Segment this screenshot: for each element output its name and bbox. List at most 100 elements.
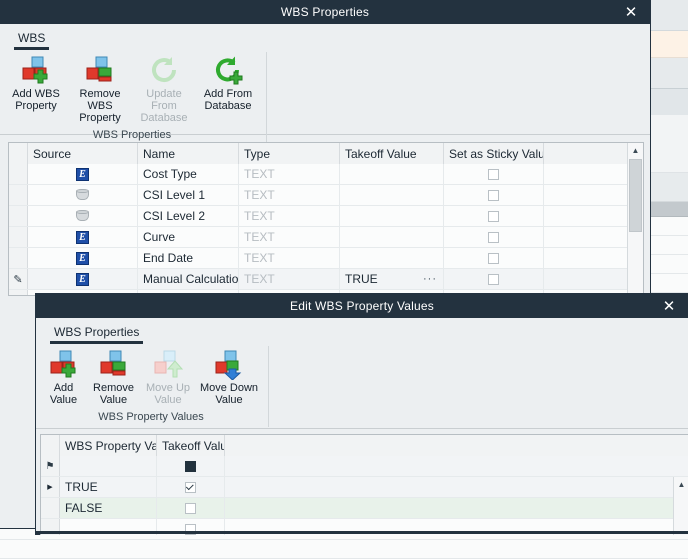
filter-icon[interactable]: ⚑ xyxy=(46,461,55,472)
takeoff-value-checkbox[interactable] xyxy=(185,503,196,514)
cell-set-as-sticky-value[interactable] xyxy=(444,248,544,268)
filter-filler xyxy=(225,456,688,476)
table-row[interactable]: E Cost TypeTEXT xyxy=(9,164,628,185)
cell-source[interactable]: E xyxy=(28,164,138,184)
edit-values-ribbon: WBS Properties Add Value xyxy=(36,318,688,429)
table-row[interactable]: EEnd DateTEXT xyxy=(9,248,628,269)
table-row[interactable]: E CurveTEXT xyxy=(9,227,628,248)
column-header-takeoff-value[interactable]: Takeoff Value xyxy=(340,143,444,164)
ribbon-item-label: Property xyxy=(79,112,121,124)
filter-value-input[interactable] xyxy=(60,456,157,476)
tab-wbs[interactable]: WBS xyxy=(12,29,51,48)
sticky-value-checkbox[interactable] xyxy=(488,211,499,222)
sticky-value-checkbox[interactable] xyxy=(488,169,499,180)
ribbon-item-label: Add From xyxy=(204,88,252,100)
ribbon-item-label: Value xyxy=(50,394,77,406)
scrollbar-thumb[interactable] xyxy=(629,159,642,232)
cell-name[interactable]: End Date xyxy=(138,248,239,268)
sticky-value-checkbox[interactable] xyxy=(488,253,499,264)
column-header-type[interactable]: Type xyxy=(239,143,340,164)
move-up-value-button: Move Up Value xyxy=(140,346,196,408)
remove-value-button[interactable]: Remove Value xyxy=(87,346,140,408)
cell-takeoff-value[interactable]: TRUE··· xyxy=(340,269,444,289)
cell-set-as-sticky-value[interactable] xyxy=(444,185,544,205)
cell-name[interactable]: CSI Level 2 xyxy=(138,206,239,226)
vertical-scrollbar[interactable]: ▲ xyxy=(673,477,688,535)
close-icon[interactable]: ✕ xyxy=(612,0,650,24)
sticky-value-checkbox[interactable] xyxy=(488,232,499,243)
vertical-scrollbar[interactable]: ▲ xyxy=(627,143,643,295)
cell-filler xyxy=(544,269,628,289)
table-row[interactable]: CSI Level 1TEXT xyxy=(9,185,628,206)
filter-row[interactable]: ⚑ xyxy=(41,456,688,477)
table-row[interactable]: ▶TRUE xyxy=(41,477,688,498)
cell-takeoff-value[interactable] xyxy=(340,164,444,184)
cell-set-as-sticky-value[interactable] xyxy=(444,269,544,289)
cell-wbs-property-value[interactable]: FALSE xyxy=(60,498,157,518)
column-header-set-as-sticky-value[interactable]: Set as Sticky Value xyxy=(444,143,544,164)
filter-takeoff-value-cell[interactable] xyxy=(157,456,225,476)
excel-icon: E xyxy=(76,168,89,181)
cell-name[interactable]: CSI Level 1 xyxy=(138,185,239,205)
sticky-value-checkbox[interactable] xyxy=(488,274,499,285)
cell-type[interactable]: TEXT xyxy=(239,248,340,268)
scroll-up-button[interactable]: ▲ xyxy=(628,143,643,158)
cell-source[interactable]: E xyxy=(28,269,138,289)
ribbon-item-label: Add xyxy=(54,382,74,394)
column-header-name[interactable]: Name xyxy=(138,143,239,164)
cell-type[interactable]: TEXT xyxy=(239,206,340,226)
cell-takeoff-value[interactable] xyxy=(340,185,444,205)
cell-set-as-sticky-value[interactable] xyxy=(444,227,544,247)
cell-source[interactable]: E xyxy=(28,248,138,268)
ellipsis-button[interactable]: ··· xyxy=(423,273,437,285)
wbs-property-values-grid: WBS Property Value Takeoff Value ⚑ ▶TRUEF… xyxy=(40,434,688,535)
add-wbs-property-icon xyxy=(20,54,52,86)
cell-source[interactable] xyxy=(28,185,138,205)
sticky-value-checkbox[interactable] xyxy=(488,190,499,201)
ribbon-item-label: Database xyxy=(140,112,187,124)
cell-set-as-sticky-value[interactable] xyxy=(444,164,544,184)
cell-type[interactable]: TEXT xyxy=(239,269,340,289)
add-value-button[interactable]: Add Value xyxy=(40,346,87,408)
scroll-up-button[interactable]: ▲ xyxy=(674,477,688,492)
ribbon-group-label: WBS Property Values xyxy=(40,408,262,427)
cell-takeoff-value[interactable] xyxy=(157,498,225,518)
cell-takeoff-value[interactable] xyxy=(157,477,225,497)
add-from-database-icon xyxy=(212,54,244,86)
cell-takeoff-value[interactable] xyxy=(340,206,444,226)
column-header-wbs-property-value[interactable]: WBS Property Value xyxy=(60,435,157,456)
tab-wbs-properties[interactable]: WBS Properties xyxy=(48,323,145,342)
table-row[interactable]: CSI Level 2TEXT xyxy=(9,206,628,227)
column-header-source[interactable]: Source xyxy=(28,143,138,164)
column-header-filler xyxy=(225,435,688,456)
filter-row-indicator: ⚑ xyxy=(41,456,60,476)
cell-takeoff-value[interactable] xyxy=(340,227,444,247)
cell-name[interactable]: Curve xyxy=(138,227,239,247)
cell-takeoff-value[interactable] xyxy=(340,248,444,268)
add-wbs-property-button[interactable]: Add WBS Property xyxy=(4,52,68,114)
remove-wbs-property-button[interactable]: Remove WBS Property xyxy=(68,52,132,126)
cell-filler xyxy=(544,248,628,268)
edit-pencil-icon: ✎ xyxy=(13,273,22,286)
cell-filler xyxy=(225,498,688,518)
excel-icon: E xyxy=(76,231,89,244)
cell-source[interactable]: E xyxy=(28,227,138,247)
excel-icon: E xyxy=(76,273,89,286)
cell-wbs-property-value[interactable]: TRUE xyxy=(60,477,157,497)
filter-takeoff-checkbox[interactable] xyxy=(185,461,196,472)
cell-set-as-sticky-value[interactable] xyxy=(444,206,544,226)
table-row[interactable]: FALSE xyxy=(41,498,688,519)
close-icon[interactable]: ✕ xyxy=(650,294,688,318)
cell-type[interactable]: TEXT xyxy=(239,227,340,247)
table-row[interactable]: ✎ E Manual CalculationTEXTTRUE··· xyxy=(9,269,628,290)
takeoff-value-checkbox[interactable] xyxy=(185,482,196,493)
cell-source[interactable] xyxy=(28,206,138,226)
add-from-database-button[interactable]: Add From Database xyxy=(196,52,260,114)
column-header-takeoff-value[interactable]: Takeoff Value xyxy=(157,435,225,456)
cell-type[interactable]: TEXT xyxy=(239,185,340,205)
cell-name[interactable]: Manual Calculation xyxy=(138,269,239,289)
ribbon-item-label: Remove xyxy=(93,382,134,394)
move-down-value-button[interactable]: Move Down Value xyxy=(196,346,262,408)
cell-name[interactable]: Cost Type xyxy=(138,164,239,184)
cell-type[interactable]: TEXT xyxy=(239,164,340,184)
